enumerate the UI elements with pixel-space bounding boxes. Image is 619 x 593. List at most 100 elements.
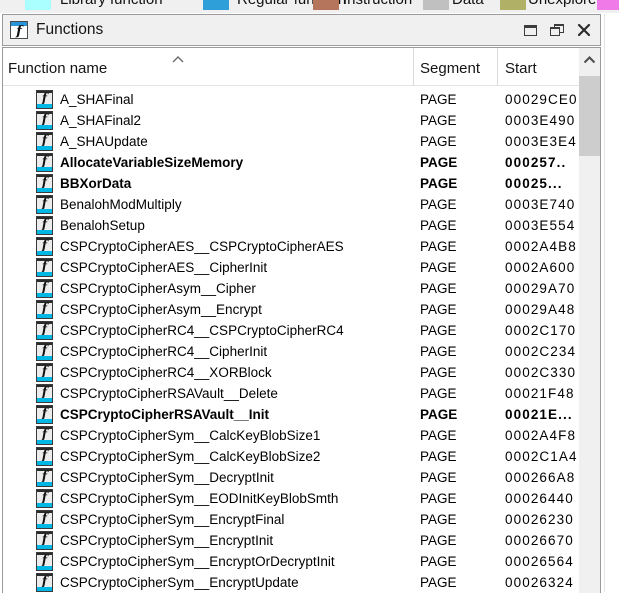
function-name-cell[interactable]: CSPCryptoCipherSym__EODInitKeyBlobSmth <box>60 488 338 509</box>
segment-cell[interactable]: PAGE <box>420 131 457 152</box>
restore-button[interactable] <box>546 18 568 42</box>
function-name-cell[interactable]: CSPCryptoCipherRC4__CipherInit <box>60 341 267 362</box>
segment-cell[interactable]: PAGE <box>420 530 457 551</box>
function-name-cell[interactable]: CSPCryptoCipherAES__CSPCryptoCipherAES <box>60 236 344 257</box>
function-row[interactable]: fCSPCryptoCipherSym__DecryptInitPAGE0002… <box>3 467 579 488</box>
scrollbar-thumb[interactable] <box>579 76 600 156</box>
scroll-up-button[interactable] <box>579 48 600 72</box>
segment-cell[interactable]: PAGE <box>420 194 457 215</box>
segment-cell[interactable]: PAGE <box>420 446 457 467</box>
start-address-cell[interactable]: 0003E490 <box>505 110 575 131</box>
start-address-cell[interactable]: 00026670 <box>505 530 574 551</box>
start-address-cell[interactable]: 00026324 <box>505 572 574 593</box>
function-row[interactable]: fCSPCryptoCipherRC4__CSPCryptoCipherRC4P… <box>3 320 579 341</box>
segment-cell[interactable]: PAGE <box>420 299 457 320</box>
start-address-cell[interactable]: 0003E554 <box>505 215 575 236</box>
start-address-cell[interactable]: 0002A4F8 <box>505 425 576 446</box>
start-address-cell[interactable]: 0002C330 <box>505 362 576 383</box>
function-name-cell[interactable]: CSPCryptoCipherRSAVault__Delete <box>60 383 278 404</box>
function-name-cell[interactable]: A_SHAFinal2 <box>60 110 141 131</box>
function-row[interactable]: fCSPCryptoCipherAES__CipherInitPAGE0002A… <box>3 257 579 278</box>
segment-cell[interactable]: PAGE <box>420 89 457 110</box>
function-row[interactable]: fCSPCryptoCipherRSAVault__InitPAGE00021E… <box>3 404 579 425</box>
function-name-cell[interactable]: CSPCryptoCipherSym__EncryptFinal <box>60 509 284 530</box>
segment-cell[interactable]: PAGE <box>420 404 457 425</box>
function-name-cell[interactable]: BenalohSetup <box>60 215 145 236</box>
function-row[interactable]: fCSPCryptoCipherSym__EncryptUpdatePAGE00… <box>3 572 579 593</box>
segment-cell[interactable]: PAGE <box>420 173 457 194</box>
start-address-cell[interactable]: 0002A4B8 <box>505 236 577 257</box>
function-name-cell[interactable]: CSPCryptoCipherAsym__Encrypt <box>60 299 262 320</box>
start-address-cell[interactable]: 0002C1A4 <box>505 446 578 467</box>
function-row[interactable]: fCSPCryptoCipherSym__CalcKeyBlobSize1PAG… <box>3 425 579 446</box>
function-row[interactable]: fCSPCryptoCipherAsym__EncryptPAGE00029A4… <box>3 299 579 320</box>
function-name-cell[interactable]: CSPCryptoCipherSym__CalcKeyBlobSize2 <box>60 446 320 467</box>
function-name-cell[interactable]: CSPCryptoCipherRC4__CSPCryptoCipherRC4 <box>60 320 344 341</box>
segment-cell[interactable]: PAGE <box>420 110 457 131</box>
column-separator[interactable] <box>497 48 498 86</box>
start-address-cell[interactable]: 0003E3E4 <box>505 131 577 152</box>
function-name-cell[interactable]: CSPCryptoCipherSym__EncryptUpdate <box>60 572 299 593</box>
function-name-cell[interactable]: CSPCryptoCipherRSAVault__Init <box>60 404 269 425</box>
start-address-cell[interactable]: 00025... <box>505 173 563 194</box>
function-name-cell[interactable]: CSPCryptoCipherSym__EncryptOrDecryptInit <box>60 551 335 572</box>
function-row[interactable]: fCSPCryptoCipherSym__EncryptFinalPAGE000… <box>3 509 579 530</box>
segment-cell[interactable]: PAGE <box>420 572 457 593</box>
start-address-cell[interactable]: 00029CE0 <box>505 89 578 110</box>
start-address-cell[interactable]: 0002A600 <box>505 257 575 278</box>
segment-cell[interactable]: PAGE <box>420 467 457 488</box>
segment-cell[interactable]: PAGE <box>420 341 457 362</box>
segment-cell[interactable]: PAGE <box>420 425 457 446</box>
start-address-cell[interactable]: 00026564 <box>505 551 574 572</box>
start-address-cell[interactable]: 0002C234 <box>505 341 576 362</box>
start-address-cell[interactable]: 0002C170 <box>505 320 576 341</box>
function-name-cell[interactable]: CSPCryptoCipherSym__CalcKeyBlobSize1 <box>60 425 320 446</box>
function-row[interactable]: fBenalohSetupPAGE0003E554 <box>3 215 579 236</box>
function-row[interactable]: fCSPCryptoCipherSym__CalcKeyBlobSize2PAG… <box>3 446 579 467</box>
function-name-cell[interactable]: CSPCryptoCipherSym__DecryptInit <box>60 467 274 488</box>
function-name-cell[interactable]: BBXorData <box>60 173 131 194</box>
vertical-scrollbar[interactable] <box>579 48 600 593</box>
segment-cell[interactable]: PAGE <box>420 320 457 341</box>
column-header-function-name[interactable]: Function name <box>8 48 107 86</box>
start-address-cell[interactable]: 00026440 <box>505 488 574 509</box>
column-separator[interactable] <box>413 48 414 86</box>
start-address-cell[interactable]: 000257.. <box>505 152 566 173</box>
function-name-cell[interactable]: CSPCryptoCipherAES__CipherInit <box>60 257 267 278</box>
close-button[interactable] <box>573 18 595 42</box>
maximize-button[interactable] <box>519 18 541 42</box>
segment-cell[interactable]: PAGE <box>420 509 457 530</box>
start-address-cell[interactable]: 00026230 <box>505 509 574 530</box>
segment-cell[interactable]: PAGE <box>420 152 457 173</box>
function-name-cell[interactable]: A_SHAUpdate <box>60 131 148 152</box>
segment-cell[interactable]: PAGE <box>420 278 457 299</box>
function-name-cell[interactable]: BenalohModMultiply <box>60 194 182 215</box>
function-row[interactable]: fA_SHAFinal2PAGE0003E490 <box>3 110 579 131</box>
function-row[interactable]: fA_SHAFinalPAGE00029CE0 <box>3 89 579 110</box>
function-row[interactable]: fA_SHAUpdatePAGE0003E3E4 <box>3 131 579 152</box>
function-row[interactable]: fBenalohModMultiplyPAGE0003E740 <box>3 194 579 215</box>
start-address-cell[interactable]: 00021F48 <box>505 383 575 404</box>
function-name-cell[interactable]: CSPCryptoCipherRC4__XORBlock <box>60 362 272 383</box>
segment-cell[interactable]: PAGE <box>420 215 457 236</box>
segment-cell[interactable]: PAGE <box>420 551 457 572</box>
start-address-cell[interactable]: 00021E... <box>505 404 573 425</box>
function-row[interactable]: fCSPCryptoCipherSym__EncryptOrDecryptIni… <box>3 551 579 572</box>
function-name-cell[interactable]: CSPCryptoCipherSym__EncryptInit <box>60 530 273 551</box>
segment-cell[interactable]: PAGE <box>420 488 457 509</box>
segment-cell[interactable]: PAGE <box>420 362 457 383</box>
segment-cell[interactable]: PAGE <box>420 236 457 257</box>
segment-cell[interactable]: PAGE <box>420 257 457 278</box>
segment-cell[interactable]: PAGE <box>420 383 457 404</box>
start-address-cell[interactable]: 00029A70 <box>505 278 575 299</box>
function-row[interactable]: fCSPCryptoCipherSym__EncryptInitPAGE0002… <box>3 530 579 551</box>
start-address-cell[interactable]: 00029A48 <box>505 299 575 320</box>
function-row[interactable]: fBBXorDataPAGE00025... <box>3 173 579 194</box>
function-row[interactable]: fCSPCryptoCipherAsym__CipherPAGE00029A70 <box>3 278 579 299</box>
function-row[interactable]: fAllocateVariableSizeMemoryPAGE000257.. <box>3 152 579 173</box>
start-address-cell[interactable]: 0003E740 <box>505 194 575 215</box>
function-name-cell[interactable]: A_SHAFinal <box>60 89 134 110</box>
functions-window-titlebar[interactable]: f Functions <box>2 14 601 46</box>
column-header-segment[interactable]: Segment <box>420 48 480 86</box>
function-row[interactable]: fCSPCryptoCipherRC4__CipherInitPAGE0002C… <box>3 341 579 362</box>
